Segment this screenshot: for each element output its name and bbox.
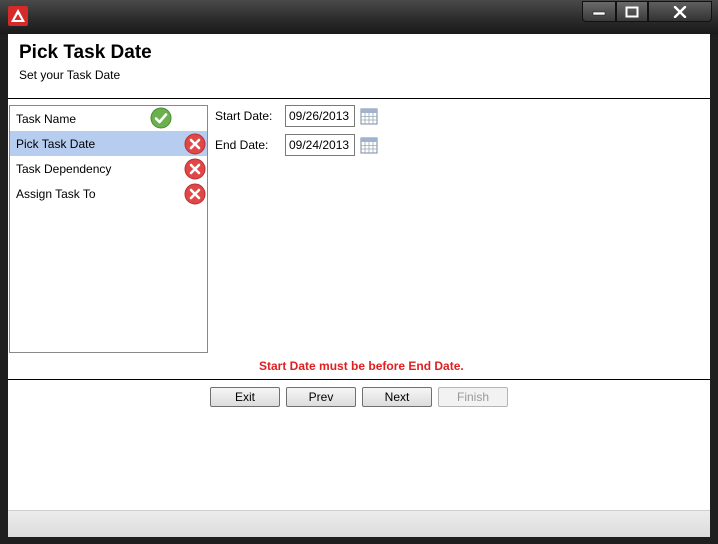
step-label: Pick Task Date: [16, 137, 96, 151]
minimize-button[interactable]: [582, 1, 616, 22]
step-label: Task Name: [16, 112, 77, 126]
error-icon: [184, 158, 206, 180]
minimize-icon: [592, 11, 606, 15]
title-bar[interactable]: [0, 0, 718, 34]
step-label: Task Dependency: [16, 162, 112, 176]
next-button[interactable]: Next: [362, 387, 432, 407]
error-icon: [184, 133, 206, 155]
wizard-header: Pick Task Date Set your Task Date: [8, 34, 710, 99]
end-date-input[interactable]: [285, 134, 355, 156]
calendar-icon[interactable]: [360, 136, 378, 154]
wizard-steps-list: Task Name Pick Task Date Task Dependency: [9, 105, 208, 353]
prev-button[interactable]: Prev: [286, 387, 356, 407]
finish-button: Finish: [438, 387, 508, 407]
step-item-task-name[interactable]: Task Name: [10, 106, 207, 131]
page-title: Pick Task Date: [19, 42, 152, 63]
page-subtitle: Set your Task Date: [19, 68, 121, 82]
step-label: Assign Task To: [16, 187, 96, 201]
app-logo-icon: [8, 6, 28, 26]
start-date-label: Start Date:: [215, 109, 273, 123]
validation-error-message: Start Date must be before End Date.: [259, 359, 464, 373]
wizard-window: Pick Task Date Set your Task Date Task N…: [0, 0, 718, 544]
step-item-task-dependency[interactable]: Task Dependency: [10, 156, 207, 181]
check-icon: [150, 107, 172, 129]
end-date-label: End Date:: [215, 138, 269, 152]
error-icon: [184, 183, 206, 205]
exit-button[interactable]: Exit: [210, 387, 280, 407]
step-item-pick-task-date[interactable]: Pick Task Date: [10, 131, 207, 156]
status-bar: [8, 510, 710, 537]
client-area: Pick Task Date Set your Task Date Task N…: [8, 34, 710, 537]
footer-divider: [8, 379, 710, 380]
start-date-input[interactable]: [285, 105, 355, 127]
close-icon: [673, 5, 687, 18]
maximize-icon: [625, 6, 639, 17]
step-item-assign-task-to[interactable]: Assign Task To: [10, 181, 207, 206]
close-button[interactable]: [648, 1, 712, 22]
maximize-button[interactable]: [616, 1, 648, 22]
calendar-icon[interactable]: [360, 107, 378, 125]
